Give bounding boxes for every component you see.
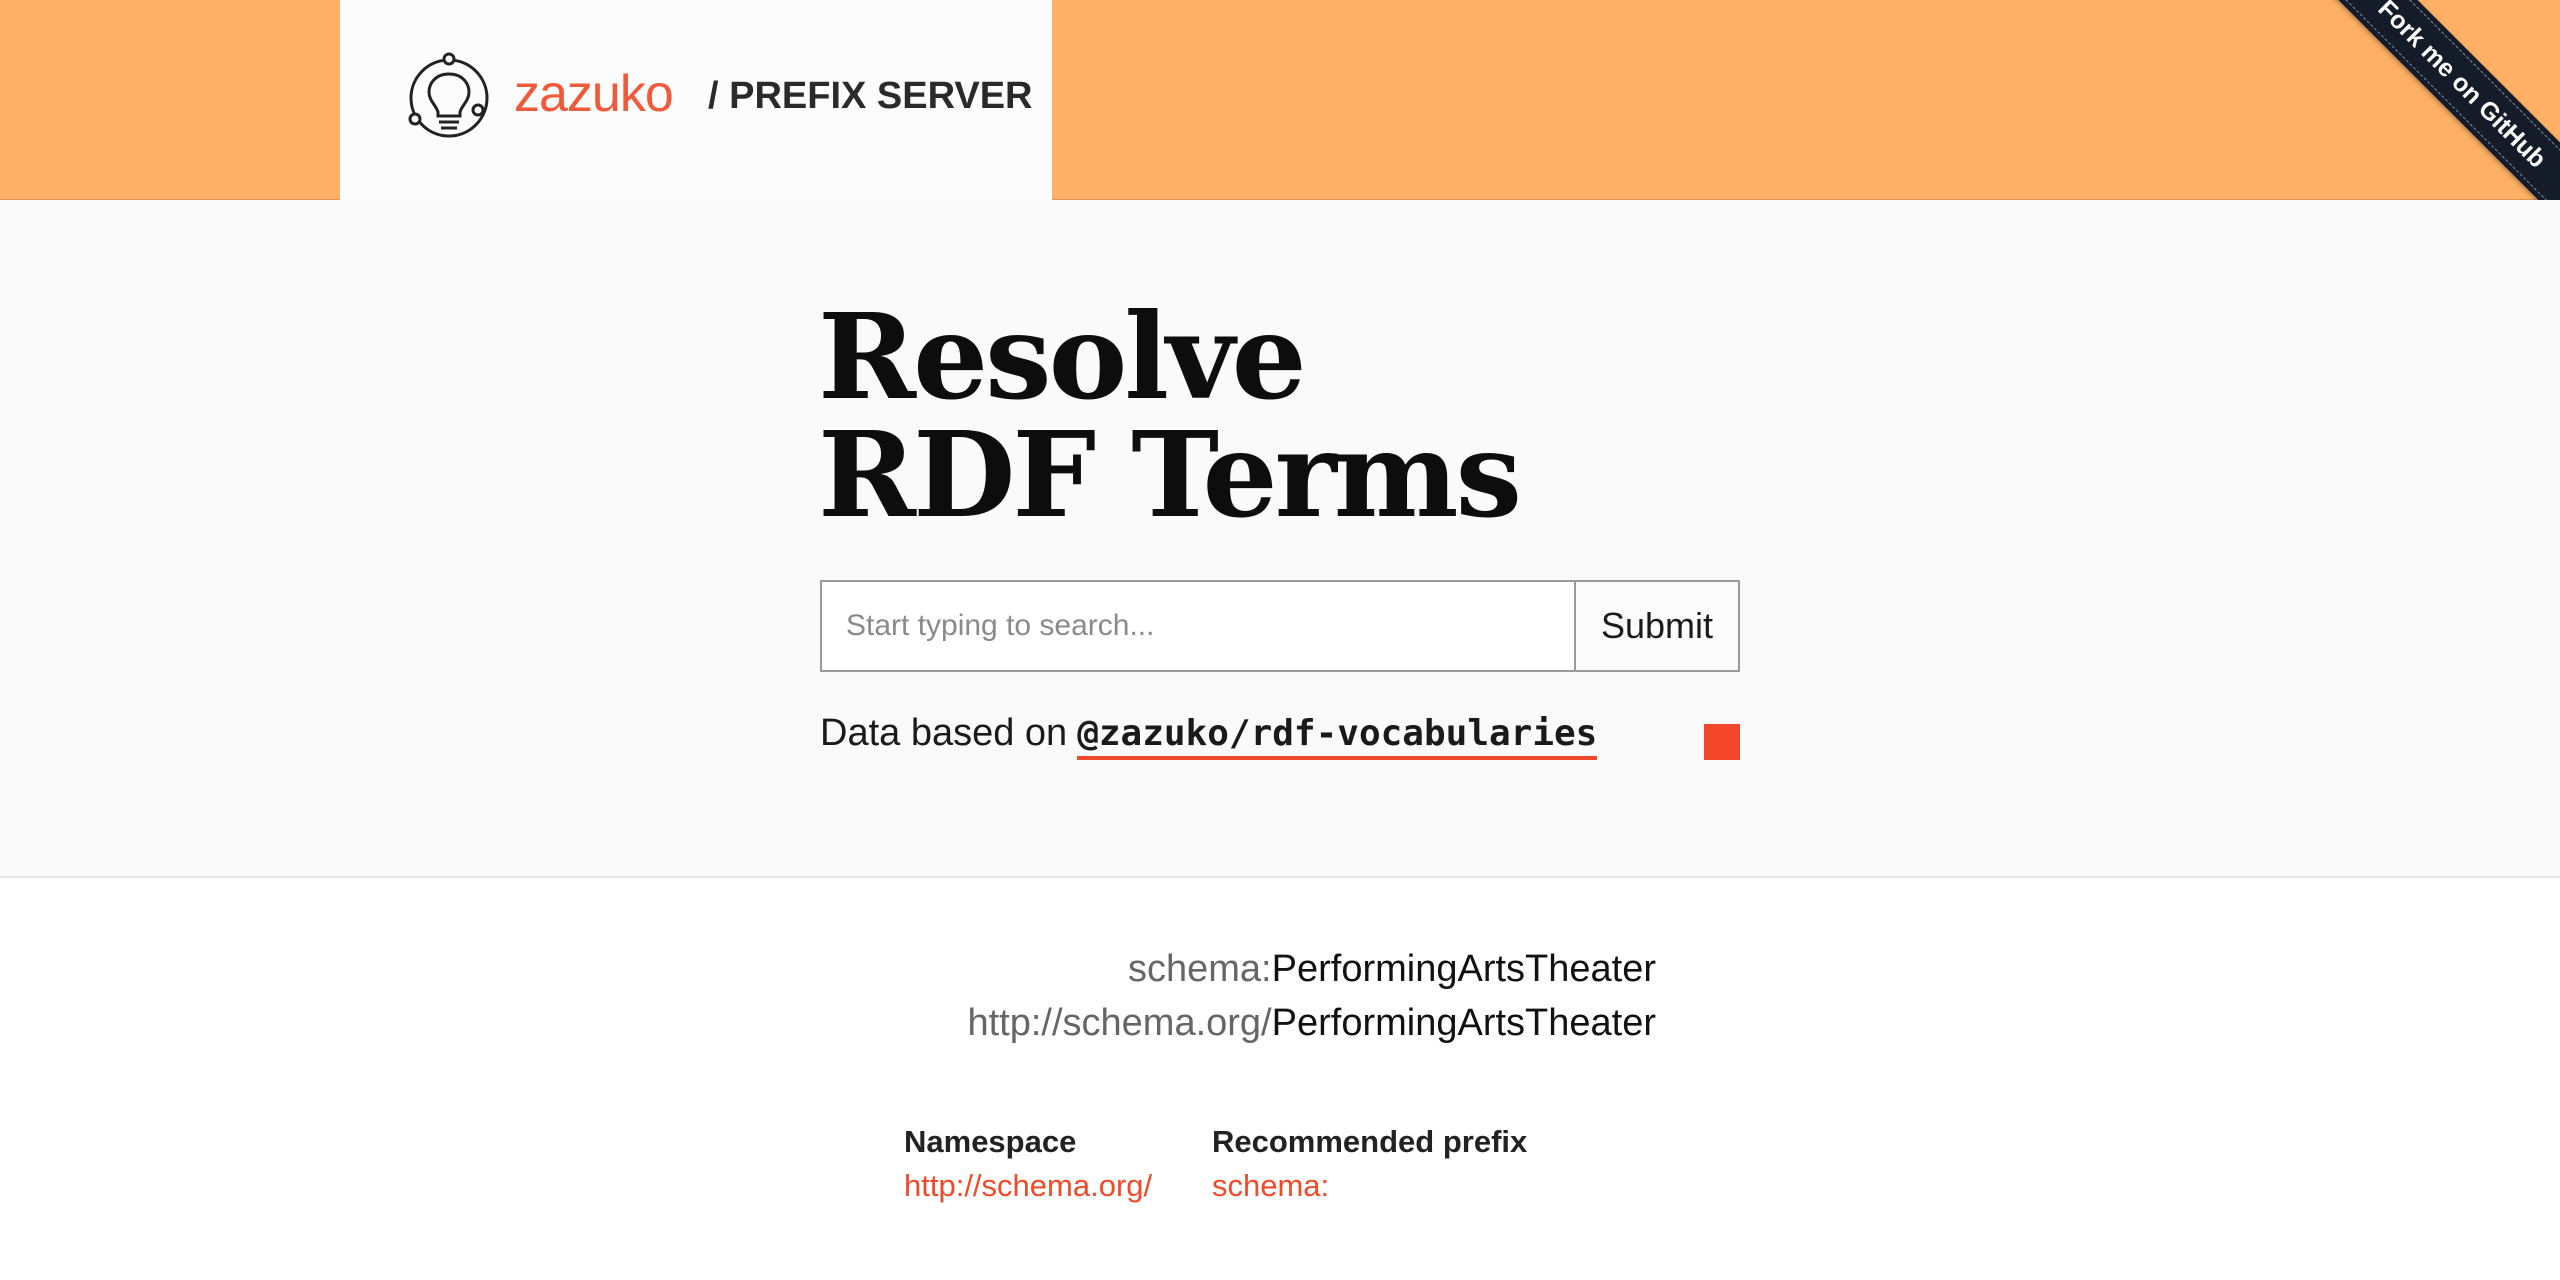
github-ribbon-container: Fork me on GitHub [2300, 0, 2560, 200]
recommended-prefix-label: Recommended prefix [1212, 1124, 1528, 1159]
ribbon-label: Fork me on GitHub [2323, 0, 2560, 200]
namespace-link[interactable]: http://schema.org/ [904, 1168, 1152, 1204]
search-box [820, 580, 1576, 672]
zazuko-logo-text[interactable]: zazuko [514, 64, 674, 124]
term-prefix: schema: [1128, 948, 1272, 990]
page-title: Resolve RDF Terms [818, 298, 1522, 534]
submit-button[interactable]: Submit [1576, 580, 1740, 672]
namespace-label: Namespace [904, 1124, 1077, 1159]
status-square-icon [1704, 724, 1740, 760]
rdf-vocabularies-link[interactable]: @zazuko/rdf-vocabularies [1077, 713, 1598, 760]
recommended-prefix-link[interactable]: schema: [1212, 1168, 1329, 1204]
term-local-name: PerformingArtsTheater [1271, 948, 1656, 990]
page-section-title: / PREFIX SERVER [708, 75, 1033, 117]
title-line-2: RDF Terms [818, 405, 1522, 544]
search-input[interactable] [822, 582, 1576, 670]
hero-section: Resolve RDF Terms Submit Data based on@z… [0, 200, 2560, 878]
term-prefixed-name: schema:PerformingArtsTheater [1128, 948, 1656, 991]
lightbulb-logo-icon[interactable] [405, 52, 493, 144]
fork-on-github-ribbon[interactable]: Fork me on GitHub [2314, 0, 2560, 200]
data-source-line: Data based on @zazuko/rdf-vocabularies [820, 712, 1598, 760]
term-full-local-name: PerformingArtsTheater [1271, 1002, 1656, 1044]
data-source-prefix: Data based on [820, 712, 1068, 754]
term-namespace-iri: http://schema.org/ [967, 1002, 1272, 1044]
term-full-iri: http://schema.org/PerformingArtsTheater [967, 1002, 1656, 1045]
